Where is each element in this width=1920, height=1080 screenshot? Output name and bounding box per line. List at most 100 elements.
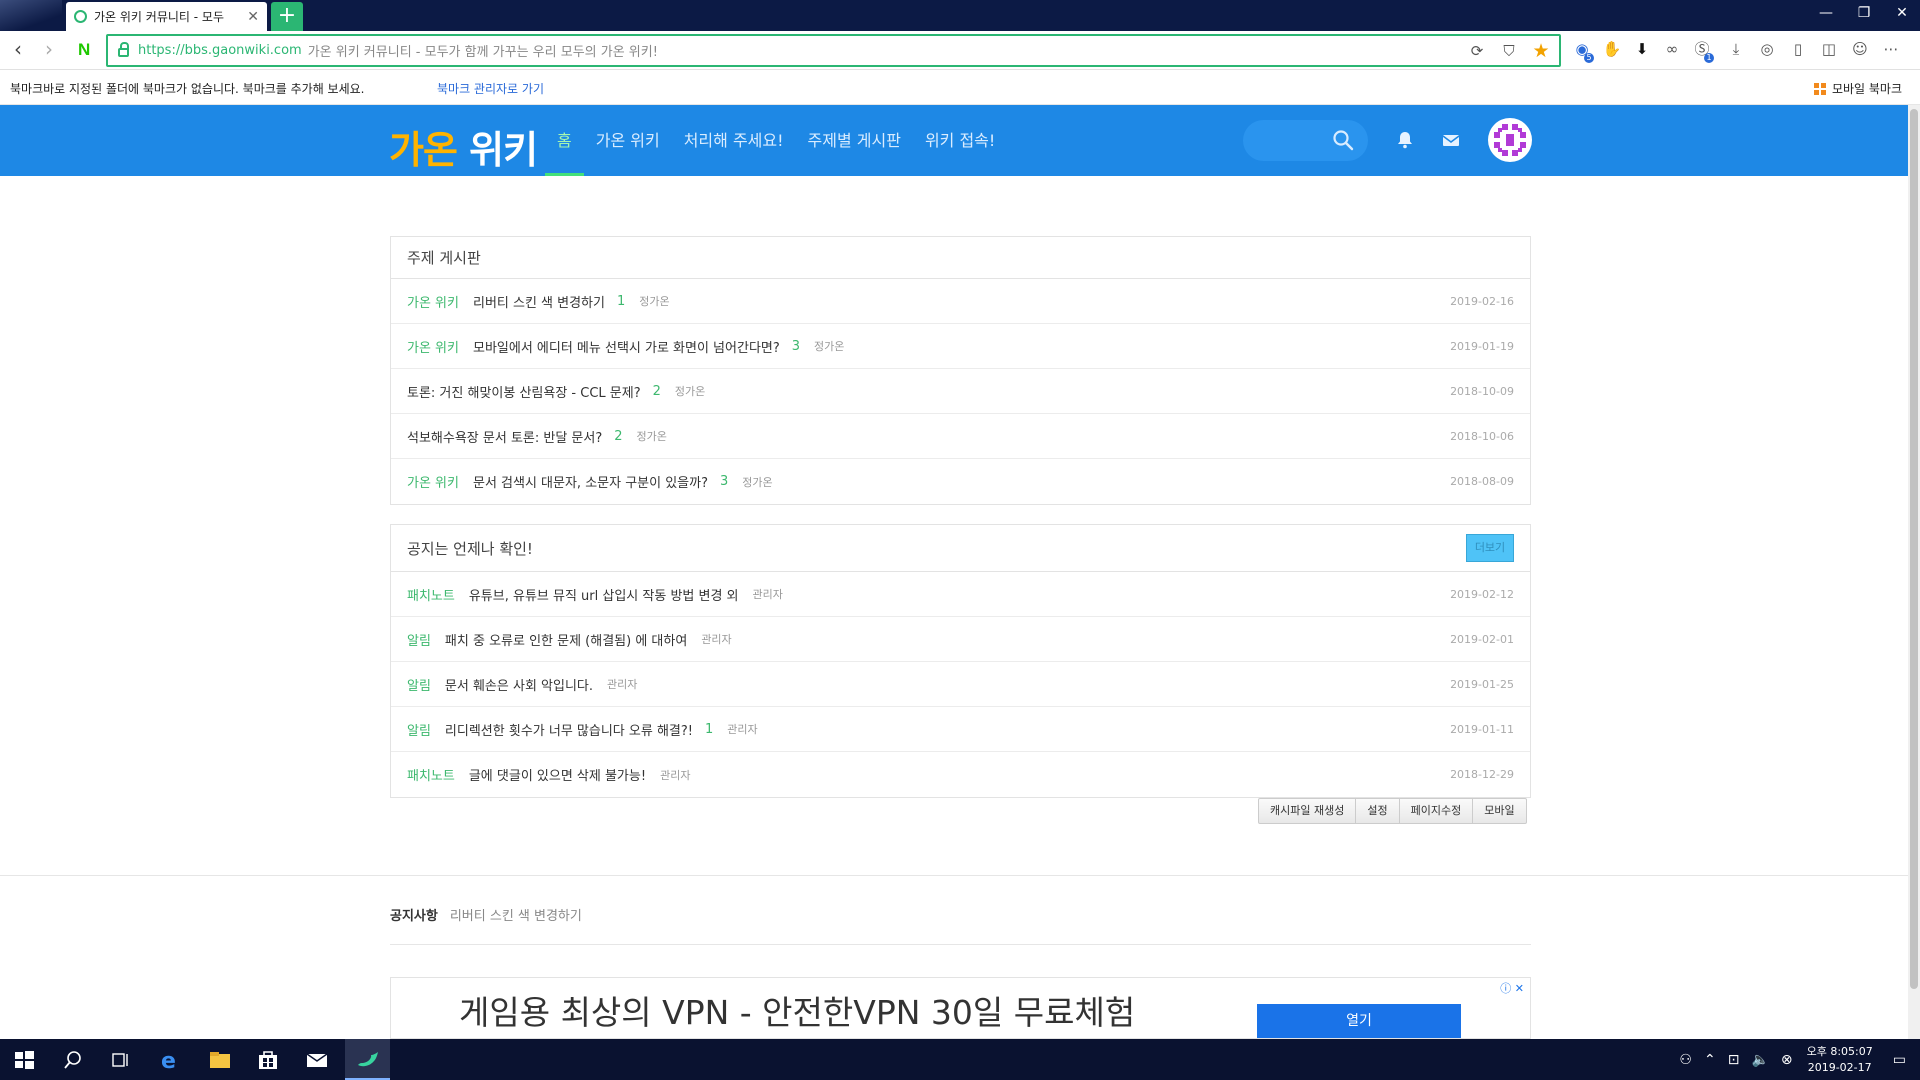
- minimize-icon[interactable]: —: [1808, 0, 1844, 26]
- whale-browser-icon: [358, 1052, 378, 1067]
- close-window-icon[interactable]: ✕: [1884, 0, 1920, 26]
- post-author: 관리자: [727, 723, 758, 736]
- notice-board: 공지는 언제나 확인! 더보기 패치노트 유튜브, 유튜브 뮤직 url 삽입시…: [390, 524, 1531, 798]
- user-avatar[interactable]: [1488, 118, 1532, 162]
- ad-headline[interactable]: 게임용 최상의 VPN - 안전한VPN 30일 무료체험: [459, 986, 1135, 1034]
- post-category[interactable]: 패치노트: [407, 765, 455, 784]
- post-category[interactable]: 가온 위키: [407, 292, 459, 311]
- menu-home[interactable]: 홈: [545, 105, 584, 176]
- menu-topic-boards[interactable]: 주제별 게시판: [796, 105, 913, 176]
- scrollbar-thumb[interactable]: [1910, 109, 1918, 989]
- post-category[interactable]: 패치노트: [407, 585, 455, 604]
- post-subject[interactable]: 리버티 스킨 색 변경하기: [473, 292, 605, 311]
- table-row[interactable]: 알림 패치 중 오류로 인한 문제 (해결됨) 에 대하여 관리자 2019-0…: [391, 617, 1530, 662]
- edge-icon[interactable]: e: [157, 1047, 183, 1073]
- extension-link-icon[interactable]: ∞: [1662, 39, 1682, 59]
- table-row[interactable]: 가온 위키 리버티 스킨 색 변경하기 1 정가온 2019-02-16: [391, 279, 1530, 324]
- table-row[interactable]: 패치노트 글에 댓글이 있으면 삭제 불가능! 관리자 2018-12-29: [391, 752, 1530, 797]
- tab-close-icon[interactable]: ✕: [247, 9, 259, 25]
- reload-icon[interactable]: ⟳: [1467, 41, 1487, 61]
- tray-chevron-icon[interactable]: ⌃: [1704, 1052, 1716, 1068]
- network-icon[interactable]: ⊡: [1728, 1052, 1740, 1068]
- sidebar-icon[interactable]: ◫: [1819, 39, 1839, 59]
- back-icon[interactable]: ‹: [7, 39, 29, 61]
- windows-start-icon[interactable]: [11, 1047, 37, 1073]
- post-subject[interactable]: 모바일에서 에디터 메뉴 선택시 가로 화면이 넘어간다면?: [473, 337, 780, 356]
- ad-open-button[interactable]: 열기: [1257, 1004, 1461, 1038]
- comment-count: 1: [704, 721, 714, 737]
- shield-icon[interactable]: ⛉: [1499, 41, 1519, 61]
- post-subject[interactable]: 석보해수욕장 문서 토론: 반달 문서?: [407, 427, 602, 446]
- volume-icon[interactable]: 🔈: [1751, 1052, 1768, 1068]
- capture-icon[interactable]: ◎: [1757, 39, 1777, 59]
- file-explorer-icon[interactable]: [207, 1047, 233, 1073]
- menu-requests[interactable]: 처리해 주세요!: [672, 105, 796, 176]
- post-subject[interactable]: 문서 훼손은 사회 악입니다.: [445, 675, 593, 694]
- table-row[interactable]: 알림 문서 훼손은 사회 악입니다. 관리자 2019-01-25: [391, 662, 1530, 707]
- extension-globe-icon[interactable]: ◉ 5: [1572, 39, 1594, 63]
- post-subject[interactable]: 유튜브, 유튜브 뮤직 url 삽입시 작동 방법 변경 외: [469, 585, 739, 604]
- table-row[interactable]: 가온 위키 모바일에서 에디터 메뉴 선택시 가로 화면이 넘어간다면? 3 정…: [391, 324, 1530, 369]
- extension-arrow-icon[interactable]: ⬇: [1632, 39, 1652, 59]
- more-menu-icon[interactable]: ⋯: [1881, 39, 1901, 59]
- edit-page-button[interactable]: 페이지수정: [1400, 799, 1474, 823]
- browser-menu-logo[interactable]: [0, 0, 62, 31]
- menu-gaon-wiki[interactable]: 가온 위키: [584, 105, 672, 176]
- whale-browser-taskbar-button[interactable]: [345, 1039, 390, 1080]
- footer-notice-link[interactable]: 리버티 스킨 색 변경하기: [450, 905, 582, 924]
- post-subject[interactable]: 리디렉션한 횟수가 너무 많습니다 오류 해결?!: [445, 720, 693, 739]
- site-menu: 홈 가온 위키 처리해 주세요! 주제별 게시판 위키 접속!: [545, 105, 1007, 176]
- table-row[interactable]: 석보해수욕장 문서 토론: 반달 문서? 2 정가온 2018-10-06: [391, 414, 1530, 459]
- naver-icon[interactable]: N: [78, 40, 96, 60]
- action-center-icon[interactable]: ▭: [1893, 1052, 1906, 1068]
- table-row[interactable]: 알림 리디렉션한 횟수가 너무 많습니다 오류 해결?! 1 관리자 2019-…: [391, 707, 1530, 752]
- post-subject[interactable]: 글에 댓글이 있으면 삭제 불가능!: [469, 765, 646, 784]
- new-tab-button[interactable]: +: [271, 2, 303, 31]
- post-subject[interactable]: 토론: 거진 해맞이봉 산림욕장 - CCL 문제?: [407, 382, 641, 401]
- post-subject[interactable]: 문서 검색시 대문자, 소문자 구분이 있을까?: [473, 472, 708, 491]
- search-icon[interactable]: [60, 1047, 86, 1073]
- forward-icon[interactable]: ›: [38, 39, 60, 61]
- settings-button[interactable]: 설정: [1356, 799, 1400, 823]
- table-row[interactable]: 토론: 거진 해맞이봉 산림욕장 - CCL 문제? 2 정가온 2018-10…: [391, 369, 1530, 414]
- restore-icon[interactable]: ❐: [1846, 0, 1882, 26]
- people-icon[interactable]: ⚇: [1679, 1052, 1692, 1068]
- post-subject[interactable]: 패치 중 오류로 인한 문제 (해결됨) 에 대하여: [445, 630, 687, 649]
- regenerate-cache-button[interactable]: 캐시파일 재생성: [1259, 799, 1357, 823]
- site-search-input[interactable]: [1243, 120, 1368, 161]
- mobile-bookmarks[interactable]: 모바일 북마크: [1813, 80, 1902, 97]
- mail-icon[interactable]: [304, 1047, 330, 1073]
- mobile-button[interactable]: 모바일: [1473, 799, 1525, 823]
- download-icon[interactable]: ⤓: [1726, 39, 1746, 59]
- ime-icon[interactable]: ⊗: [1781, 1052, 1793, 1068]
- store-icon[interactable]: [255, 1047, 281, 1073]
- menu-wiki-connect[interactable]: 위키 접속!: [913, 105, 1007, 176]
- post-category[interactable]: 알림: [407, 630, 431, 649]
- table-row[interactable]: 패치노트 유튜브, 유튜브 뮤직 url 삽입시 작동 방법 변경 외 관리자 …: [391, 572, 1530, 617]
- bookmark-star-icon[interactable]: ★: [1531, 41, 1551, 61]
- ad-banner[interactable]: 게임용 최상의 VPN - 안전한VPN 30일 무료체험 열기 ⓘ ✕: [390, 977, 1531, 1039]
- bell-icon[interactable]: [1394, 129, 1416, 151]
- more-button[interactable]: 더보기: [1466, 534, 1514, 562]
- post-category[interactable]: 알림: [407, 720, 431, 739]
- extension-s-icon[interactable]: Ⓢ 1: [1692, 39, 1714, 63]
- table-row[interactable]: 가온 위키 문서 검색시 대문자, 소문자 구분이 있을까? 3 정가온 201…: [391, 459, 1530, 504]
- ad-info-icon[interactable]: ⓘ ✕: [1500, 980, 1524, 996]
- task-view-icon[interactable]: [107, 1047, 133, 1073]
- post-category[interactable]: 가온 위키: [407, 337, 459, 356]
- site-logo[interactable]: 가온 위키: [389, 119, 538, 174]
- post-date: 2019-02-01: [1450, 632, 1514, 646]
- page-scrollbar[interactable]: [1908, 105, 1920, 1039]
- bookmark-manager-link[interactable]: 북마크 관리자로 가기: [437, 80, 544, 97]
- post-category[interactable]: 알림: [407, 675, 431, 694]
- mail-icon[interactable]: [1440, 129, 1462, 151]
- search-icon[interactable]: [1332, 129, 1354, 151]
- taskbar-clock[interactable]: 오후 8:05:07 2019-02-17: [1807, 1044, 1873, 1076]
- reader-icon[interactable]: ▯: [1788, 39, 1808, 59]
- address-bar[interactable]: https://bbs.gaonwiki.com 가온 위키 커뮤니티 - 모두…: [106, 34, 1561, 67]
- avatar-pattern-icon: [1489, 119, 1531, 161]
- extension-hand-icon[interactable]: ✋: [1602, 39, 1622, 59]
- profile-icon[interactable]: ☺: [1850, 39, 1870, 59]
- post-category[interactable]: 가온 위키: [407, 472, 459, 491]
- browser-tab[interactable]: 가온 위키 커뮤니티 - 모두 ✕: [66, 2, 267, 31]
